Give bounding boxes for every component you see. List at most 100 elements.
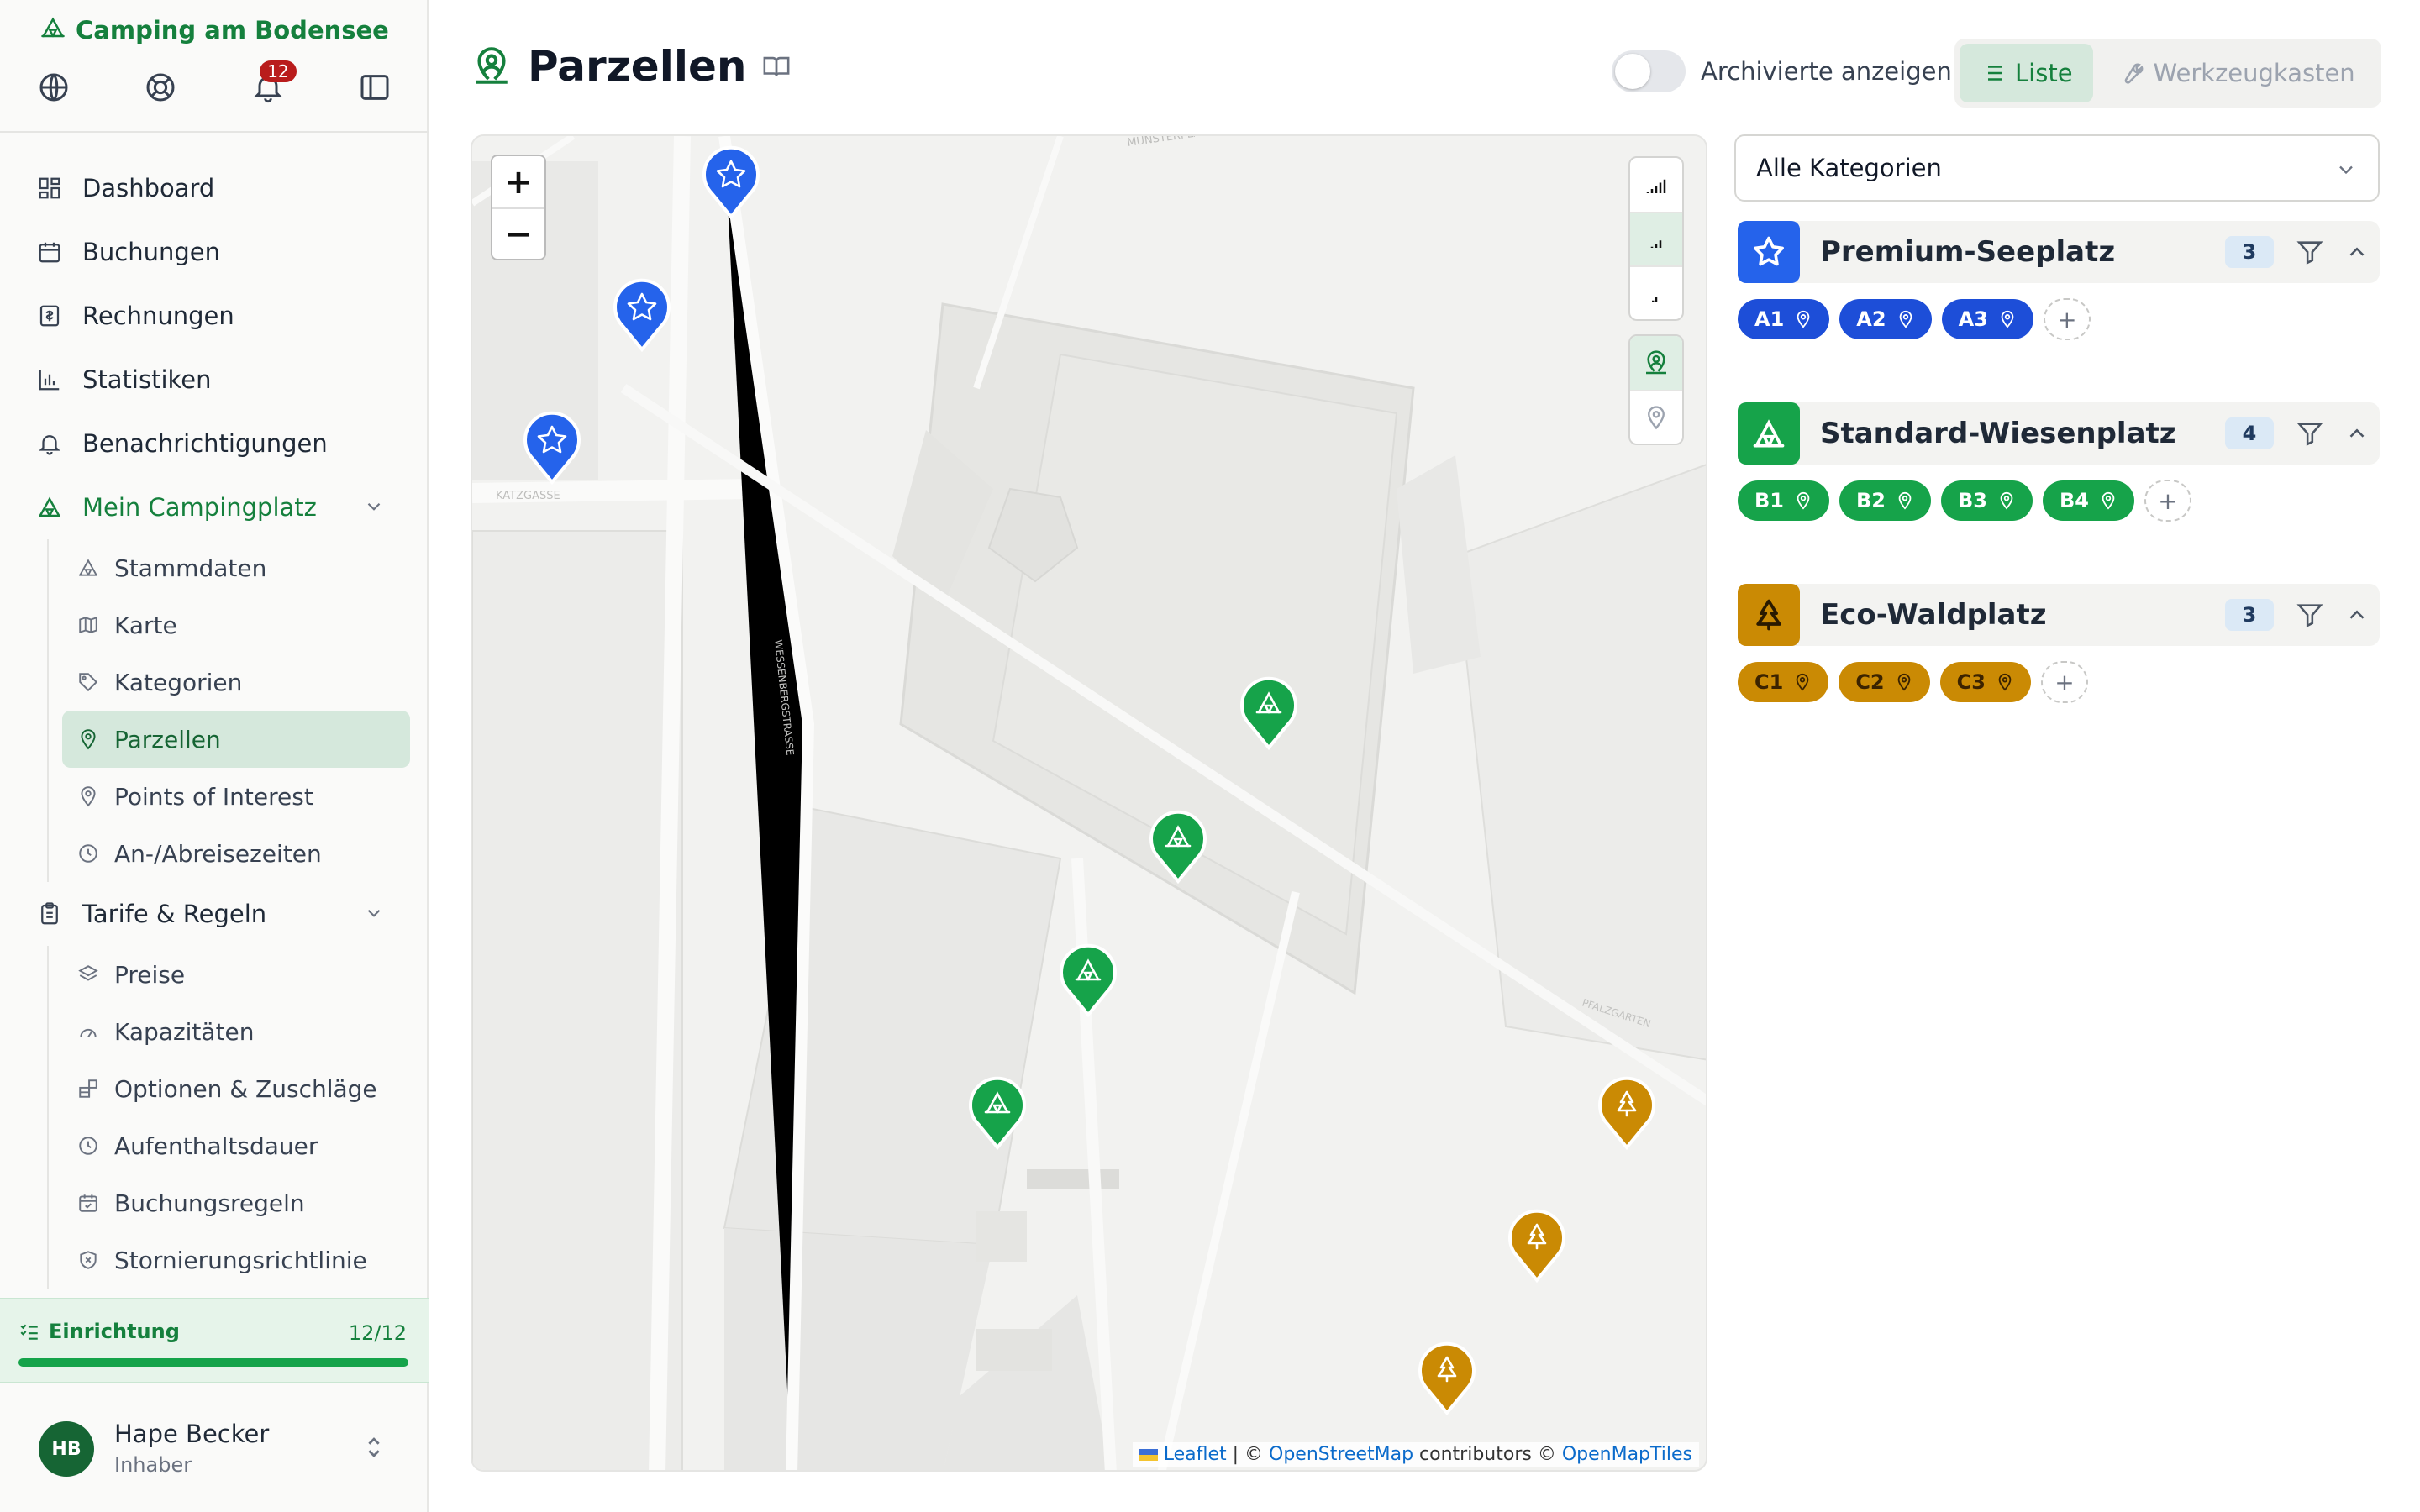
plot-chip-c2[interactable]: C2: [1839, 662, 1930, 702]
archived-toggle[interactable]: [1612, 50, 1686, 92]
view-toolbox-button[interactable]: Werkzeugkasten: [2098, 44, 2375, 102]
map-detail-control: [1628, 156, 1684, 321]
filter-icon[interactable]: [2296, 238, 2324, 266]
filter-icon[interactable]: [2296, 419, 2324, 448]
sidebar-item-label: An-/Abreisezeiten: [114, 839, 322, 868]
signal-low-icon: [1652, 297, 1658, 302]
detail-low-button[interactable]: [1630, 265, 1682, 319]
signal-high-icon: [1646, 179, 1666, 193]
plot-chip-a3[interactable]: A3: [1941, 299, 2033, 339]
nav-item-benachrichtigungen[interactable]: Benachrichtigungen: [24, 412, 410, 475]
add-plot-button[interactable]: +: [2043, 298, 2091, 340]
plot-marker-a2[interactable]: [611, 276, 673, 353]
sidebar-item-label: Preise: [114, 960, 186, 989]
sidebar-item-karte[interactable]: Karte: [62, 596, 410, 654]
nav-group-tarife-regeln[interactable]: Tarife & Regeln: [24, 882, 410, 946]
sidebar-item-stammdaten[interactable]: Stammdaten: [62, 539, 410, 596]
nav-item-statistiken[interactable]: Statistiken: [24, 348, 410, 412]
plot-chip-b4[interactable]: B4: [2043, 480, 2134, 521]
zoom-out-button[interactable]: −: [492, 207, 544, 259]
sidebar-item-kategorien[interactable]: Kategorien: [62, 654, 410, 711]
map-attribution: Leaflet | © OpenStreetMap contributors ©…: [1132, 1442, 1699, 1467]
plot-chip-b3[interactable]: B3: [1941, 480, 2033, 521]
nav-item-dashboard[interactable]: Dashboard: [24, 156, 410, 220]
panel-toggle-icon[interactable]: [355, 67, 395, 108]
map-layer-control: [1628, 334, 1684, 445]
clipboard-icon: [41, 902, 58, 925]
plot-chip-a1[interactable]: A1: [1738, 299, 1830, 339]
plot-chip-b1[interactable]: B1: [1738, 480, 1829, 521]
chevron-up-icon[interactable]: [2344, 239, 2370, 265]
plot-chip-a2[interactable]: A2: [1839, 299, 1932, 339]
detail-medium-button[interactable]: [1630, 212, 1682, 265]
add-plot-button[interactable]: +: [2144, 480, 2191, 522]
sidebar-item-buchungsregeln[interactable]: Buchungsregeln: [62, 1174, 410, 1231]
book-icon[interactable]: [762, 52, 791, 81]
pin-icon: [1899, 310, 1912, 328]
add-plot-button[interactable]: +: [2040, 661, 2088, 703]
category-standard-wiesenplatz: Standard-Wiesenplatz 4 B1 B2 B3 B4 +: [1738, 402, 2380, 522]
category-filter-select[interactable]: Alle Kategorien: [1734, 134, 2380, 202]
leaflet-link[interactable]: Leaflet: [1164, 1444, 1227, 1465]
filter-icon[interactable]: [2296, 601, 2324, 629]
plot-chip-label: C1: [1754, 670, 1784, 694]
sidebar-item-label: Stammdaten: [114, 554, 267, 582]
map-pin-user-icon: [81, 729, 96, 750]
osm-link[interactable]: OpenStreetMap: [1269, 1444, 1413, 1465]
avatar: HB: [39, 1421, 94, 1477]
layer-poi-button[interactable]: [1630, 390, 1682, 444]
sidebar-item-parzellen[interactable]: Parzellen: [62, 711, 410, 768]
tent-icon: [79, 559, 97, 576]
plot-chip-b2[interactable]: B2: [1839, 480, 1931, 521]
zoom-in-button[interactable]: +: [492, 156, 544, 207]
lifebuoy-icon[interactable]: [140, 67, 181, 108]
chevron-up-icon[interactable]: [2344, 421, 2370, 446]
plot-marker-a1[interactable]: [700, 143, 762, 220]
plot-marker-a3[interactable]: [521, 408, 583, 486]
sidebar-item-an-abreisezeiten[interactable]: An-/Abreisezeiten: [62, 825, 410, 882]
chevron-up-icon[interactable]: [2344, 602, 2370, 627]
sidebar-item-preise[interactable]: Preise: [62, 946, 410, 1003]
tag-icon: [79, 673, 98, 692]
sidebar-item-stornierungsrichtlinie[interactable]: Stornierungsrichtlinie: [62, 1231, 410, 1289]
sidebar-item-optionen-zuschlaege[interactable]: Optionen & Zuschläge: [62, 1060, 410, 1117]
openmaptiles-link[interactable]: OpenMapTiles: [1562, 1444, 1692, 1465]
category-premium-seeplatz: Premium-Seeplatz 3 A1 A2 A3 +: [1738, 221, 2380, 340]
globe-icon[interactable]: [34, 67, 74, 108]
sidebar-item-kapazitaeten[interactable]: Kapazitäten: [62, 1003, 410, 1060]
plot-marker-b3[interactable]: [1057, 941, 1119, 1018]
category-eco-waldplatz: Eco-Waldplatz 3 C1 C2 C3 +: [1738, 584, 2380, 703]
view-list-button[interactable]: Liste: [1960, 44, 2093, 102]
sidebar-item-aufenthaltsdauer[interactable]: Aufenthaltsdauer: [62, 1117, 410, 1174]
category-count-badge: 3: [2225, 236, 2274, 268]
category-header[interactable]: Premium-Seeplatz 3: [1738, 221, 2380, 283]
notifications-button[interactable]: 12: [248, 60, 297, 108]
sidebar-toolbar: 12: [34, 60, 395, 114]
brand[interactable]: Camping am Bodensee: [40, 12, 389, 49]
tent-icon: [39, 496, 60, 517]
sidebar-item-points-of-interest[interactable]: Points of Interest: [62, 768, 410, 825]
user-menu[interactable]: HB Hape Becker Inhaber: [0, 1386, 429, 1512]
archived-toggle-label[interactable]: Archivierte anzeigen: [1701, 57, 1952, 86]
detail-high-button[interactable]: [1630, 158, 1682, 212]
plot-marker-c2[interactable]: [1506, 1206, 1568, 1284]
plot-marker-c1[interactable]: [1596, 1074, 1658, 1151]
plot-chip-c1[interactable]: C1: [1738, 662, 1829, 702]
setup-progress[interactable]: Einrichtung 12/12: [0, 1298, 429, 1383]
nav-group-mein-campingplatz[interactable]: Mein Campingplatz: [24, 475, 410, 539]
view-list-label: Liste: [2015, 59, 2073, 87]
layer-plots-button[interactable]: [1630, 336, 1682, 390]
page-header: Parzellen: [471, 37, 791, 96]
plot-chip-c3[interactable]: C3: [1939, 662, 2031, 702]
plot-marker-c3[interactable]: [1416, 1339, 1478, 1416]
plot-marker-b4[interactable]: [966, 1074, 1028, 1151]
map-pin-user-icon: [1646, 350, 1666, 375]
nav-item-rechnungen[interactable]: Rechnungen: [24, 284, 410, 348]
blocks-icon: [79, 1079, 97, 1098]
plot-marker-b2[interactable]: [1147, 807, 1209, 885]
category-header[interactable]: Standard-Wiesenplatz 4: [1738, 402, 2380, 465]
plot-marker-b1[interactable]: [1238, 674, 1300, 751]
map[interactable]: MÜNSTERPLATZ KATZGASSE WESSENBERGSTRASSE…: [471, 134, 1707, 1472]
category-header[interactable]: Eco-Waldplatz 3: [1738, 584, 2380, 646]
nav-item-buchungen[interactable]: Buchungen: [24, 220, 410, 284]
